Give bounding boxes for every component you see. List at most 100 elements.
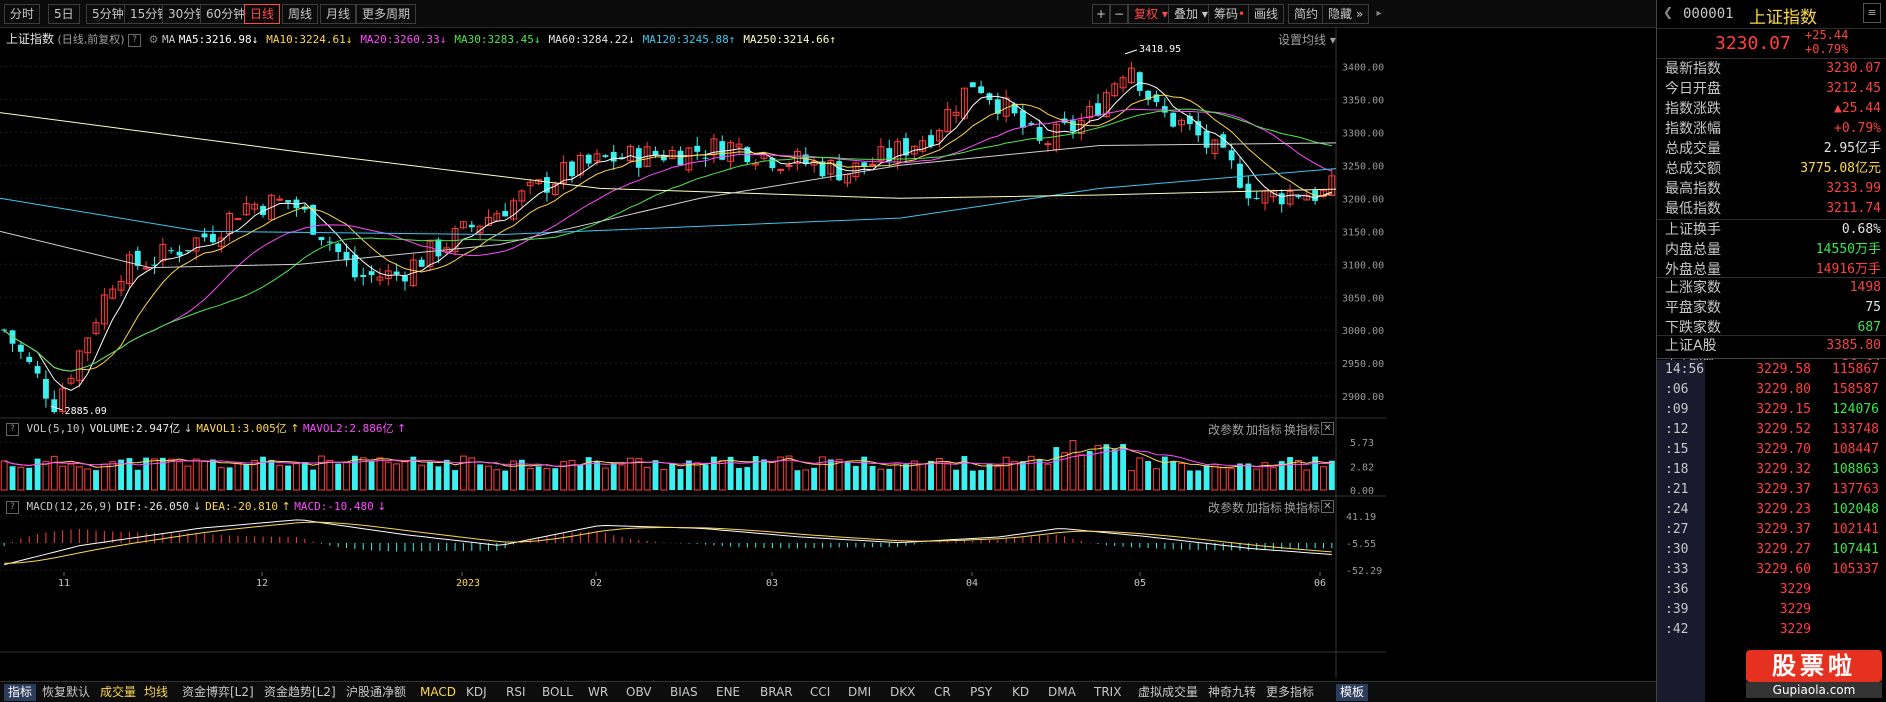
volume-bar	[978, 470, 985, 490]
vol-add-indicator-button[interactable]: 加指标	[1246, 421, 1282, 438]
period-button-monthly[interactable]: 月线	[320, 4, 357, 24]
volume-bar	[618, 464, 626, 491]
volume-bar	[1044, 463, 1052, 491]
indicator-tab[interactable]: DMA	[1044, 684, 1080, 701]
stat-value: 3212.45	[1826, 81, 1881, 96]
period-toolbar: 分时 5日 5分钟 15分钟 30分钟 60分钟 日线 周线 月线 更多周期 +…	[0, 0, 1656, 28]
draw-line-button[interactable]: 画线	[1248, 4, 1285, 24]
volume-bar	[877, 468, 885, 491]
indicator-tab[interactable]: 资金趋势[L2]	[260, 684, 340, 701]
period-button-1m[interactable]: 分时	[4, 4, 41, 24]
close-icon[interactable]: ✕	[1321, 500, 1334, 513]
indicator-tab[interactable]: 神奇九转	[1204, 684, 1260, 701]
stat-label: 总成交量	[1665, 141, 1721, 157]
tick-row: :24 3229.23 102048	[1657, 500, 1886, 520]
help-icon[interactable]: ?	[6, 500, 19, 514]
indicator-tab[interactable]: OBV	[622, 684, 656, 701]
volume-bar	[318, 455, 325, 491]
price-chart[interactable]: 3400.00 3350.00 3300.00 3250.00 3200.00 3150.…	[0, 28, 1386, 678]
indicator-tab[interactable]: KDJ	[462, 684, 491, 701]
indicator-tab[interactable]: WR	[584, 684, 612, 701]
simple-button[interactable]: 简约	[1288, 4, 1325, 24]
help-icon[interactable]: ?	[6, 422, 19, 436]
volume-bar	[59, 465, 67, 491]
volume-bar	[1128, 470, 1135, 491]
dot-icon: •	[1238, 7, 1246, 21]
indicator-tab[interactable]: RSI	[502, 684, 530, 701]
zoom-out-button[interactable]: −	[1110, 4, 1128, 24]
volume-bar	[1245, 463, 1252, 490]
period-button-5d[interactable]: 5日	[48, 4, 80, 24]
volume-bar	[1170, 461, 1177, 490]
vol-info-line: ? VOL(5,10) VOLUME:2.947亿 ↓ MAVOL1:3.005…	[6, 420, 406, 438]
volume-bar	[460, 455, 467, 491]
volume-bar	[1328, 460, 1335, 490]
macd-param-button[interactable]: 改参数	[1208, 499, 1244, 516]
indicator-tab[interactable]: CR	[930, 684, 955, 701]
indicator-tab[interactable]: 资金博弈[L2]	[178, 684, 258, 701]
period-button-weekly[interactable]: 周线	[282, 4, 319, 24]
volume-bar	[1195, 470, 1202, 490]
close-icon[interactable]: ✕	[1321, 422, 1334, 435]
indicator-tab[interactable]: 虚拟成交量	[1134, 684, 1202, 701]
stat-value: 75	[1865, 300, 1881, 315]
tick-price: 3229.23	[1756, 502, 1811, 517]
indicator-tab[interactable]: BRAR	[756, 684, 797, 701]
volume-bar	[1228, 468, 1236, 491]
ma-line	[3, 108, 1332, 372]
indicator-tab[interactable]: KD	[1008, 684, 1033, 701]
indicator-tab[interactable]: PSY	[966, 684, 996, 701]
volume-bar	[1203, 465, 1210, 490]
indicator-tab[interactable]: BOLL	[538, 684, 577, 701]
collapse-icon[interactable]: ▸	[1372, 0, 1386, 28]
volume-bar	[1237, 463, 1243, 490]
indicator-tab[interactable]: 指标	[4, 684, 37, 701]
indicator-tab[interactable]: 成交量	[96, 684, 140, 701]
vol-switch-indicator-button[interactable]: 换指标	[1284, 421, 1320, 438]
stat-label: 最新指数	[1665, 61, 1721, 77]
arrow-up-icon: ↑	[290, 422, 300, 435]
indicator-tab[interactable]: MACD	[416, 684, 460, 701]
candle-body	[602, 155, 609, 157]
macd-switch-indicator-button[interactable]: 换指标	[1284, 499, 1320, 516]
candle-body	[610, 151, 617, 162]
indicator-tab[interactable]: 恢复默认	[38, 684, 94, 701]
candle-body	[393, 271, 400, 275]
indicator-tab[interactable]: ENE	[712, 684, 744, 701]
candle-body	[677, 150, 684, 166]
hide-button[interactable]: 隐藏 »	[1322, 4, 1370, 24]
indicator-tab[interactable]: 均线	[140, 684, 172, 701]
stat-value: 3211.74	[1826, 201, 1881, 216]
candle-body	[694, 145, 701, 152]
volume-bar	[785, 455, 793, 491]
tick-time: :42	[1665, 622, 1689, 637]
menu-icon[interactable]: ≡	[1863, 3, 1881, 23]
collapse-left-icon[interactable]: ❮	[1663, 5, 1673, 19]
arrow-up-icon: ↑	[397, 422, 407, 435]
period-button-more[interactable]: 更多周期	[356, 4, 417, 24]
tick-row: :06 3229.80 158587	[1657, 380, 1886, 400]
indicator-tab[interactable]: 模板	[1336, 684, 1369, 701]
indicator-tab[interactable]: DKX	[886, 684, 919, 701]
overlay-button[interactable]: 叠加 ▾	[1168, 4, 1214, 24]
indicator-tab[interactable]: TRIX	[1090, 684, 1125, 701]
tick-volume: 108447	[1832, 442, 1879, 457]
macd-label: MACD(12,26,9)	[26, 500, 113, 513]
stat-row: 最高指数 3233.99	[1665, 179, 1881, 199]
indicator-tab[interactable]: DMI	[844, 684, 875, 701]
zoom-in-button[interactable]: +	[1092, 4, 1110, 24]
indicator-tab[interactable]: CCI	[806, 684, 834, 701]
macd-add-indicator-button[interactable]: 加指标	[1246, 499, 1282, 516]
candle-body	[418, 259, 425, 267]
candle-body	[184, 250, 191, 252]
stat-label: 指数涨幅	[1665, 121, 1721, 137]
indicator-tab[interactable]: 沪股通净额	[342, 684, 410, 701]
indicator-tab[interactable]: 更多指标	[1262, 684, 1318, 701]
volume-bar	[844, 462, 851, 490]
vol-param-button[interactable]: 改参数	[1208, 421, 1244, 438]
indicator-tab[interactable]: BIAS	[666, 684, 702, 701]
stat-value: ▲25.44	[1834, 101, 1881, 116]
adjust-button[interactable]: 复权 ▾	[1128, 4, 1174, 24]
period-button-daily[interactable]: 日线	[244, 4, 281, 24]
chips-button[interactable]: 筹码•	[1208, 4, 1252, 24]
